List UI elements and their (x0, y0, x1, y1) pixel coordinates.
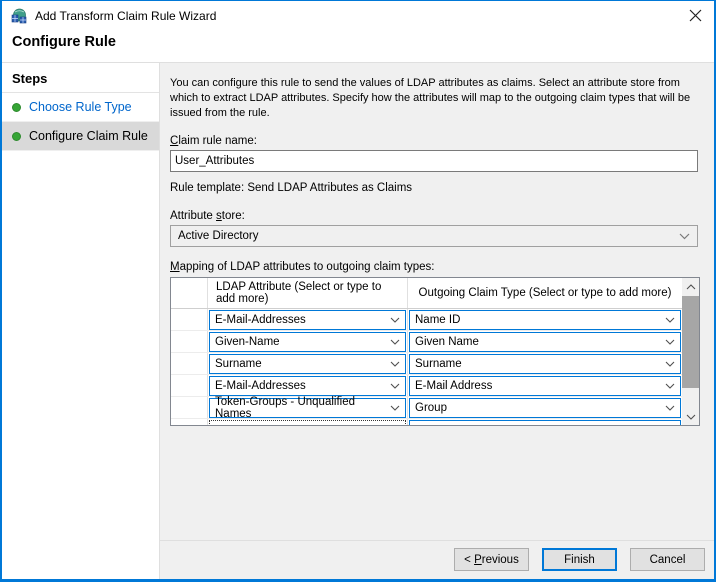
outgoing-claim-value: Surname (415, 358, 462, 370)
chevron-down-icon (390, 383, 400, 389)
outgoing-claim-select[interactable]: Given Name (409, 332, 681, 352)
chevron-down-icon (679, 233, 690, 240)
title-bar: Add Transform Claim Rule Wizard (2, 1, 714, 30)
table-scrollbar (682, 278, 699, 425)
cancel-button[interactable]: Cancel (630, 548, 705, 571)
outgoing-claim-select[interactable]: Name ID (409, 310, 681, 330)
ldap-attribute-value: E-Mail-Addresses (215, 380, 306, 392)
footer-divider (160, 540, 714, 541)
chevron-up-icon (686, 284, 696, 290)
chevron-down-icon (390, 339, 400, 345)
step-label: Choose Rule Type (29, 100, 132, 114)
ldap-attribute-select[interactable]: Token-Groups - Unqualified Names (209, 398, 406, 418)
ldap-attribute-value: E-Mail-Addresses (215, 314, 306, 326)
row-selector[interactable] (171, 309, 208, 330)
ldap-attribute-value: Given-Name (215, 336, 280, 348)
attribute-store-value: Active Directory (178, 230, 259, 242)
ldap-attribute-select[interactable]: E-Mail-Addresses (209, 376, 406, 396)
chevron-down-icon (665, 361, 675, 367)
ldap-attribute-select[interactable]: Surname (209, 354, 406, 374)
chevron-down-icon (665, 405, 675, 411)
row-selector[interactable] (171, 419, 208, 425)
step-configure-claim-rule[interactable]: Configure Claim Rule (2, 122, 159, 151)
steps-panel: Steps Choose Rule Type Configure Claim R… (2, 63, 160, 579)
ldap-attribute-select-new[interactable] (209, 420, 406, 425)
outgoing-claim-select[interactable]: Surname (409, 354, 681, 374)
outgoing-claim-value: Given Name (415, 336, 479, 348)
mapping-table: LDAP Attribute (Select or type to add mo… (170, 277, 700, 426)
row-selector[interactable] (171, 375, 208, 396)
attribute-store-select[interactable]: Active Directory (170, 225, 698, 247)
row-selector[interactable] (171, 397, 208, 418)
row-selector[interactable] (171, 353, 208, 374)
table-row: Surname Surname (171, 353, 682, 375)
chevron-down-icon (390, 317, 400, 323)
footer-buttons: < Previous Finish Cancel (454, 548, 705, 571)
outgoing-claim-column-header: Outgoing Claim Type (Select or type to a… (408, 278, 682, 308)
table-row: Given-Name Given Name (171, 331, 682, 353)
table-row: E-Mail-Addresses Name ID (171, 309, 682, 331)
chevron-down-icon (390, 361, 400, 367)
table-row: E-Mail-Addresses E-Mail Address (171, 375, 682, 397)
outgoing-claim-value: Group (415, 402, 447, 414)
previous-button[interactable]: < Previous (454, 548, 529, 571)
step-completed-icon (12, 132, 21, 141)
row-selector[interactable] (171, 331, 208, 352)
step-completed-icon (12, 103, 21, 112)
chevron-down-icon (665, 383, 675, 389)
step-label: Configure Claim Rule (29, 129, 148, 143)
table-rows: E-Mail-Addresses Name ID Given-N (171, 309, 682, 425)
mapping-label: Mapping of LDAP attributes to outgoing c… (170, 261, 705, 273)
outgoing-claim-value: Name ID (415, 314, 460, 326)
rule-template-text: Rule template: Send LDAP Attributes as C… (170, 182, 705, 196)
close-button[interactable] (676, 1, 714, 30)
chevron-down-icon (686, 414, 696, 420)
chevron-down-icon (665, 317, 675, 323)
outgoing-claim-select[interactable]: Group (409, 398, 681, 418)
table-row: Token-Groups - Unqualified Names Group (171, 397, 682, 419)
page-header: Configure Rule (2, 30, 714, 63)
table-header-row: LDAP Attribute (Select or type to add mo… (171, 278, 682, 309)
ldap-attribute-select[interactable]: E-Mail-Addresses (209, 310, 406, 330)
finish-button[interactable]: Finish (542, 548, 617, 571)
wizard-app-icon (11, 8, 27, 24)
chevron-down-icon (390, 405, 400, 411)
page-title: Configure Rule (12, 34, 714, 50)
wizard-content: You can configure this rule to send the … (160, 63, 714, 579)
window-title: Add Transform Claim Rule Wizard (35, 9, 216, 23)
outgoing-claim-select-new[interactable] (409, 420, 681, 425)
ldap-attribute-select[interactable]: Given-Name (209, 332, 406, 352)
chevron-down-icon (665, 339, 675, 345)
outgoing-claim-value: E-Mail Address (415, 380, 492, 392)
table-row-new (171, 419, 682, 425)
scrollbar-track[interactable] (682, 295, 699, 408)
rule-description: You can configure this rule to send the … (170, 76, 705, 121)
ldap-attribute-value: Surname (215, 358, 262, 370)
steps-heading: Steps (2, 63, 159, 93)
wizard-window: Add Transform Claim Rule Wizard Configur… (0, 0, 716, 582)
step-choose-rule-type[interactable]: Choose Rule Type (2, 93, 159, 122)
attribute-store-label: Attribute store: (170, 210, 705, 222)
scroll-down-button[interactable] (682, 408, 699, 425)
table-corner-cell (171, 278, 208, 308)
ldap-attribute-column-header: LDAP Attribute (Select or type to add mo… (208, 278, 408, 308)
scrollbar-thumb[interactable] (682, 296, 699, 388)
outgoing-claim-select[interactable]: E-Mail Address (409, 376, 681, 396)
claim-rule-name-input[interactable] (170, 150, 698, 172)
ldap-attribute-value: Token-Groups - Unqualified Names (215, 396, 390, 420)
claim-rule-name-label: Claim rule name: (170, 135, 705, 147)
scroll-up-button[interactable] (682, 278, 699, 295)
close-icon (689, 9, 702, 22)
